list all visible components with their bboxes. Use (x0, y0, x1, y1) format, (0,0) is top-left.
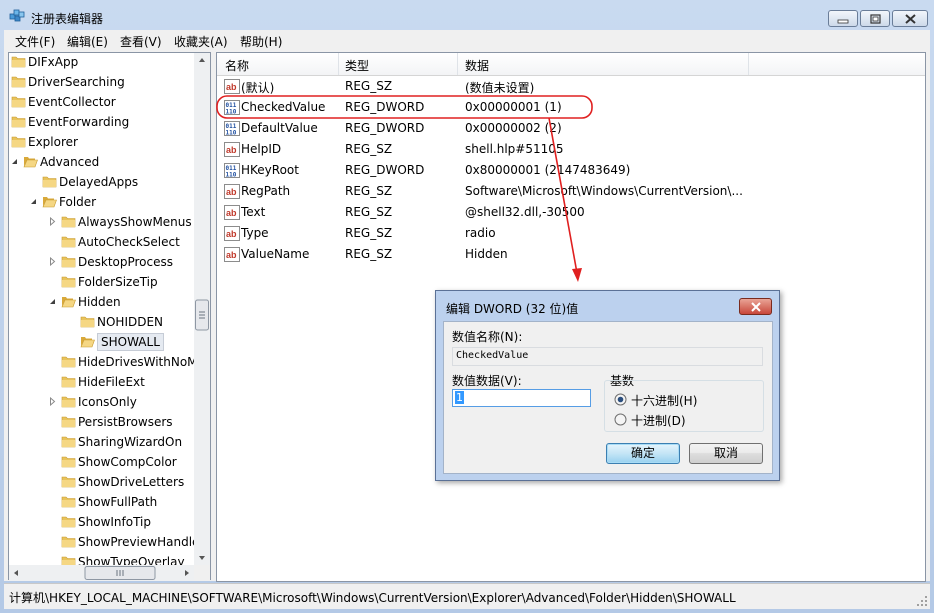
dialog-title: 编辑 DWORD (32 位)值 (446, 302, 579, 316)
radio-hex-label[interactable]: 十六进制(H) (631, 392, 697, 409)
dialog-body: 数值名称(N): CheckedValue 数值数据(V): 1 基数 十六进制… (443, 321, 773, 474)
highlight-ellipse (216, 95, 593, 119)
value-name-text: CheckedValue (456, 350, 529, 361)
radio-decimal-icon[interactable] (614, 413, 627, 426)
dialog-close-button[interactable] (739, 298, 772, 315)
radio-decimal-label[interactable]: 十进制(D) (631, 412, 686, 429)
value-data-text: 1 (455, 391, 464, 404)
radio-hex-icon[interactable] (614, 393, 627, 406)
value-name-label: 数值名称(N): (452, 330, 523, 344)
ok-button[interactable]: 确定 (606, 443, 680, 464)
annotation-arrow-line (548, 117, 578, 274)
value-name-field: CheckedValue (452, 347, 763, 366)
annotation-arrowhead (572, 268, 582, 282)
edit-dword-dialog: 编辑 DWORD (32 位)值 数值名称(N): CheckedValue 数… (435, 290, 780, 481)
value-data-label: 数值数据(V): (452, 374, 522, 388)
value-data-input[interactable]: 1 (452, 389, 591, 407)
close-icon (751, 302, 761, 312)
cancel-button[interactable]: 取消 (689, 443, 763, 464)
